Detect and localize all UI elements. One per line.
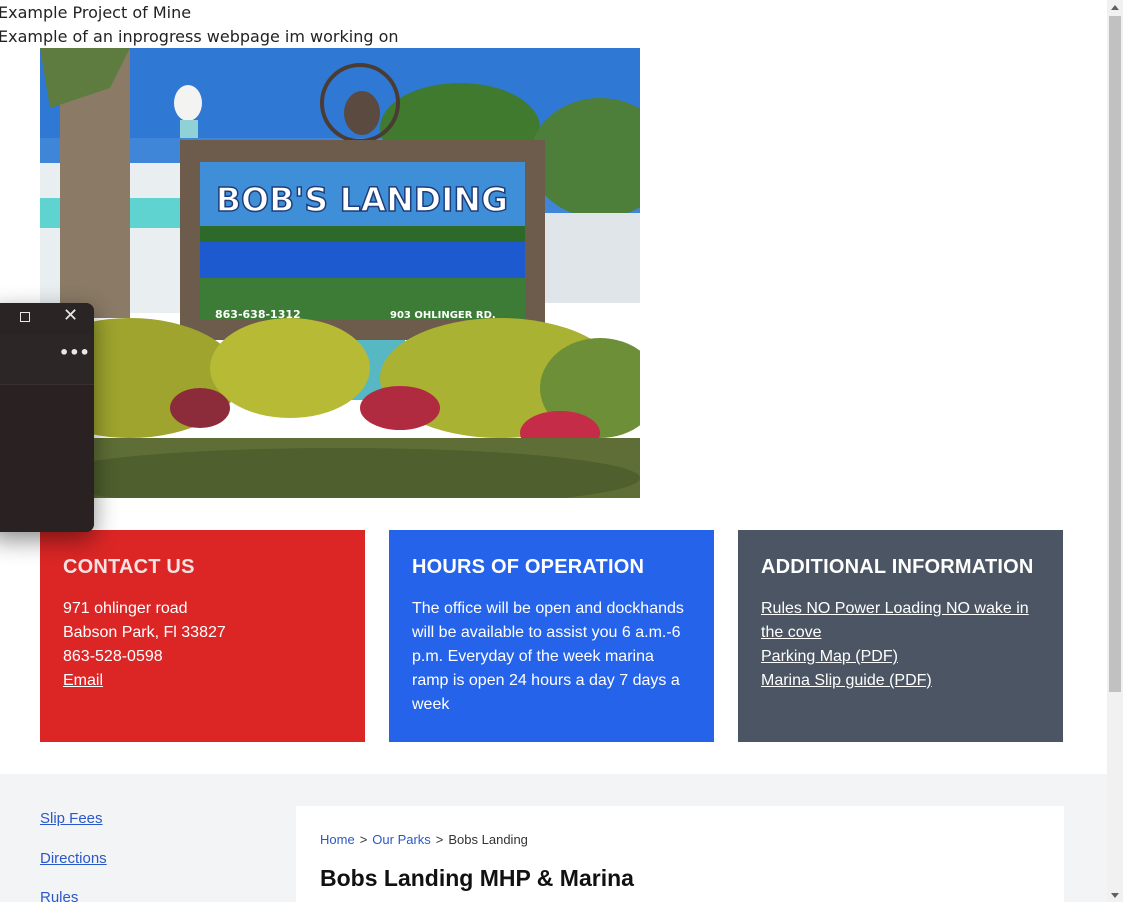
page-title: Bobs Landing MHP & Marina: [320, 865, 634, 891]
scroll-down-arrow-icon[interactable]: [1111, 893, 1119, 898]
more-options-icon[interactable]: •••: [59, 343, 90, 362]
hours-title: HOURS OF OPERATION: [412, 556, 645, 578]
contact-card: CONTACT US 971 ohlinger road Babson Park…: [40, 530, 365, 742]
page-heading-line-1: Example Project of Mine: [0, 3, 192, 22]
sign-title-text: BOB'S LANDING: [216, 180, 508, 219]
breadcrumb-our-parks[interactable]: Our Parks: [372, 832, 431, 847]
info-title: ADDITIONAL INFORMATION: [761, 556, 1034, 578]
hours-text: The office will be open and dockhands wi…: [412, 600, 684, 713]
hero-image: BOB'S LANDING 863-638-1312 903 OHLINGER …: [40, 48, 640, 498]
email-link[interactable]: Email: [63, 672, 103, 689]
overlay-body: [0, 385, 94, 532]
slip-guide-link[interactable]: Marina Slip guide (PDF): [761, 672, 932, 689]
contact-phone: 863-528-0598: [63, 648, 163, 665]
overlay-window: ✕ •••: [0, 303, 94, 532]
overlay-titlebar: [0, 303, 94, 335]
contact-city-line: Babson Park, Fl 33827: [63, 624, 226, 641]
breadcrumb: Home > Our Parks > Bobs Landing: [320, 832, 1040, 847]
main-content: Home > Our Parks > Bobs Landing Bobs Landing…: [296, 806, 1064, 902]
vertical-scrollbar[interactable]: [1107, 0, 1123, 902]
contact-title: CONTACT US: [63, 556, 195, 578]
breadcrumb-home[interactable]: Home: [320, 832, 355, 847]
scrollbar-thumb[interactable]: [1109, 16, 1121, 692]
contact-address-line: 971 ohlinger road: [63, 600, 188, 617]
sidebar-item-directions[interactable]: Directions: [40, 850, 107, 867]
info-card: ADDITIONAL INFORMATION Rules NO Power Lo…: [738, 530, 1063, 742]
breadcrumb-separator: >: [359, 832, 368, 847]
page-heading-line-2: Example of an inprogress webpage im work…: [0, 27, 399, 46]
hours-card: HOURS OF OPERATION The office will be op…: [389, 530, 714, 742]
scroll-up-arrow-icon[interactable]: [1111, 5, 1119, 10]
parking-map-link[interactable]: Parking Map (PDF): [761, 648, 898, 665]
breadcrumb-separator: >: [435, 832, 444, 847]
rules-link[interactable]: Rules NO Power Loading NO wake in the co…: [761, 600, 1029, 641]
sidebar-item-rules[interactable]: Rules: [40, 889, 78, 902]
close-icon[interactable]: ✕: [63, 306, 78, 326]
breadcrumb-current: Bobs Landing: [448, 832, 528, 847]
sidebar-item-slip-fees[interactable]: Slip Fees: [40, 810, 103, 827]
maximize-icon[interactable]: [20, 312, 30, 322]
